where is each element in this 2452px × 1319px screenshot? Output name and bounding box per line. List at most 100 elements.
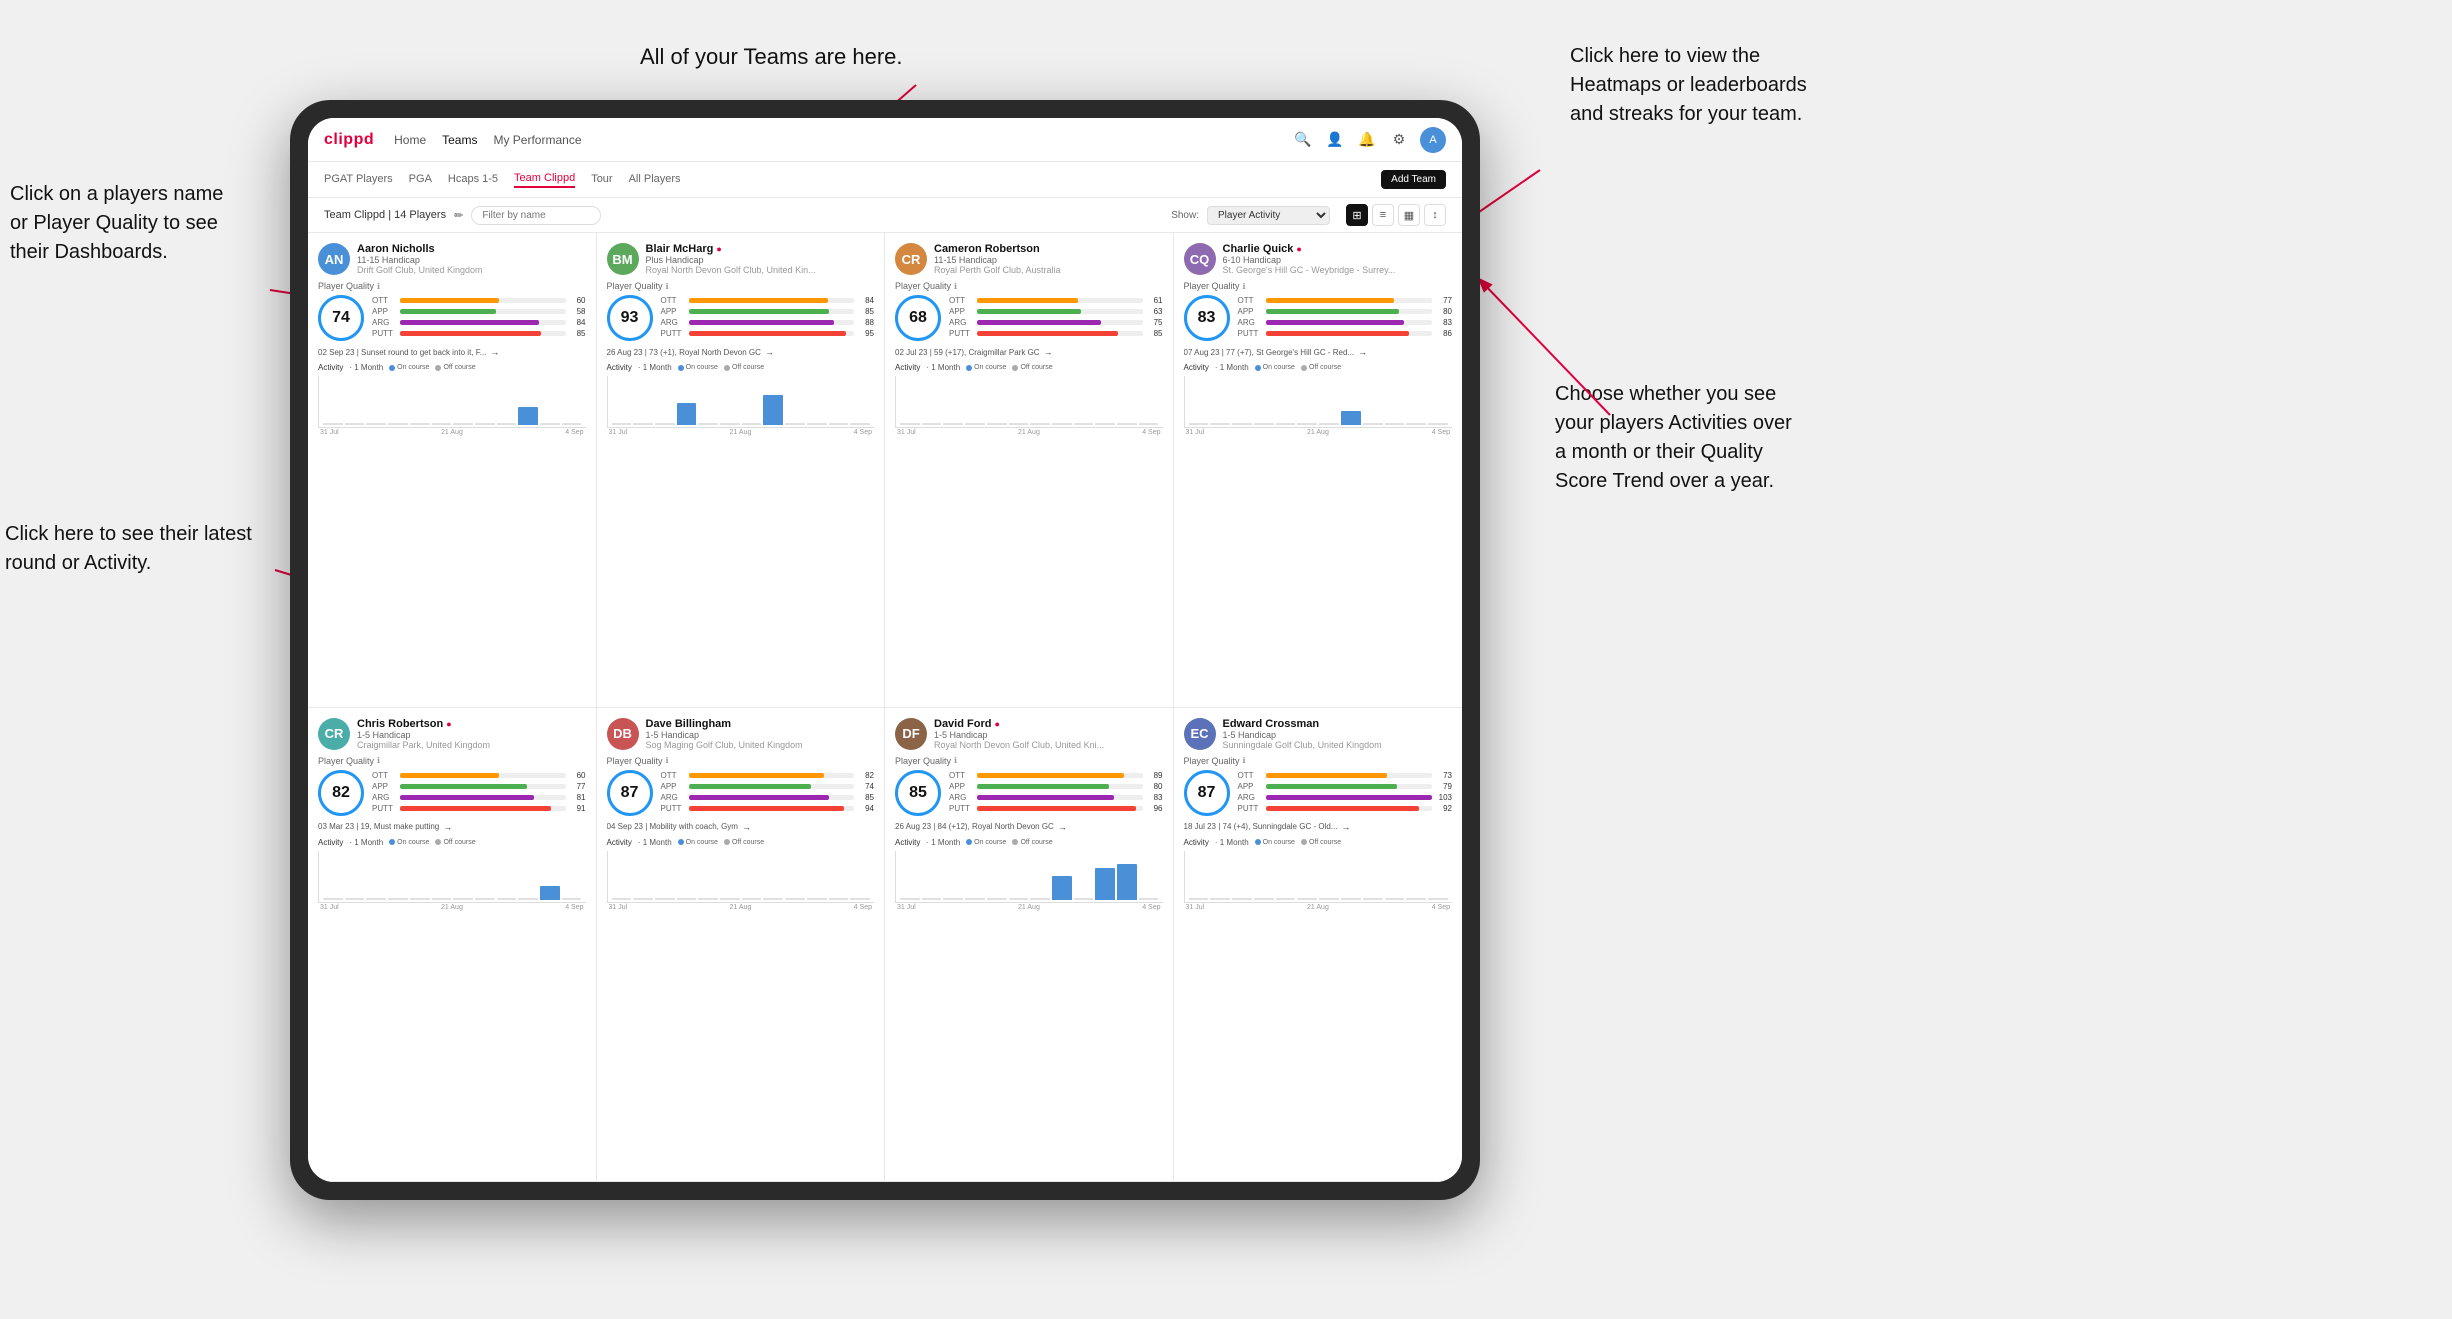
player-card: CR Chris Robertson ● 1-5 Handicap Craigm… bbox=[308, 708, 597, 1183]
latest-round[interactable]: 03 Mar 23 | 19, Must make putting → bbox=[318, 822, 586, 832]
quality-score[interactable]: 83 bbox=[1184, 295, 1230, 341]
annotation-1: Click on a players nameor Player Quality… bbox=[10, 180, 280, 267]
round-arrow[interactable]: → bbox=[742, 822, 751, 832]
info-icon[interactable]: ℹ bbox=[1243, 282, 1246, 291]
player-name[interactable]: Cameron Robertson bbox=[934, 243, 1163, 255]
tab-pgat[interactable]: PGAT Players bbox=[324, 173, 393, 187]
player-card: DB Dave Billingham 1-5 Handicap Sog Magi… bbox=[597, 708, 886, 1183]
latest-round[interactable]: 02 Jul 23 | 59 (+17), Craigmillar Park G… bbox=[895, 347, 1163, 357]
info-icon[interactable]: ℹ bbox=[377, 282, 380, 291]
stat-row: OTT 84 bbox=[661, 296, 875, 305]
player-avatar[interactable]: BM bbox=[607, 243, 639, 275]
round-arrow[interactable]: → bbox=[765, 347, 774, 357]
latest-round[interactable]: 26 Aug 23 | 73 (+1), Royal North Devon G… bbox=[607, 347, 875, 357]
quality-score[interactable]: 93 bbox=[607, 295, 653, 341]
latest-round[interactable]: 07 Aug 23 | 77 (+7), St George's Hill GC… bbox=[1184, 347, 1453, 357]
latest-round[interactable]: 18 Jul 23 | 74 (+4), Sunningdale GC - Ol… bbox=[1184, 822, 1453, 832]
tab-tour[interactable]: Tour bbox=[591, 173, 612, 187]
quality-score[interactable]: 68 bbox=[895, 295, 941, 341]
settings-icon[interactable]: ⚙ bbox=[1388, 129, 1410, 151]
add-team-button[interactable]: Add Team bbox=[1381, 170, 1446, 189]
stat-row: OTT 61 bbox=[949, 296, 1163, 305]
player-name[interactable]: Edward Crossman bbox=[1223, 718, 1453, 730]
list-view-icon[interactable]: ≡ bbox=[1372, 204, 1394, 226]
tab-hcaps[interactable]: Hcaps 1-5 bbox=[448, 173, 498, 187]
quality-label: Player Quality ℹ bbox=[895, 756, 1163, 766]
stat-row: PUTT 85 bbox=[949, 329, 1163, 338]
toolbar: Team Clippd | 14 Players ✏ Show: Player … bbox=[308, 198, 1462, 233]
profile-icon[interactable]: 👤 bbox=[1324, 129, 1346, 151]
player-card: BM Blair McHarg ● Plus Handicap Royal No… bbox=[597, 233, 886, 708]
round-arrow[interactable]: → bbox=[443, 822, 452, 832]
player-avatar[interactable]: DF bbox=[895, 718, 927, 750]
tab-allplayers[interactable]: All Players bbox=[629, 173, 681, 187]
quality-label: Player Quality ℹ bbox=[895, 281, 1163, 291]
navbar: clippd Home Teams My Performance 🔍 👤 🔔 ⚙… bbox=[308, 118, 1462, 162]
round-arrow[interactable]: → bbox=[1058, 822, 1067, 832]
player-handicap: 11-15 Handicap bbox=[357, 255, 586, 265]
player-avatar[interactable]: CR bbox=[318, 718, 350, 750]
latest-round[interactable]: 26 Aug 23 | 84 (+12), Royal North Devon … bbox=[895, 822, 1163, 832]
player-name[interactable]: Aaron Nicholls bbox=[357, 243, 586, 255]
view-icons: ⊞ ≡ ▦ ↕ bbox=[1346, 204, 1446, 226]
info-icon[interactable]: ℹ bbox=[666, 756, 669, 765]
nav-logo[interactable]: clippd bbox=[324, 131, 374, 149]
search-input[interactable] bbox=[471, 206, 601, 225]
player-avatar[interactable]: CQ bbox=[1184, 243, 1216, 275]
tab-pga[interactable]: PGA bbox=[409, 173, 432, 187]
show-select[interactable]: Player Activity Quality Score Trend bbox=[1207, 206, 1330, 225]
round-arrow[interactable]: → bbox=[1358, 347, 1367, 357]
round-arrow[interactable]: → bbox=[490, 347, 499, 357]
quality-score[interactable]: 85 bbox=[895, 770, 941, 816]
info-icon[interactable]: ℹ bbox=[954, 282, 957, 291]
player-avatar[interactable]: DB bbox=[607, 718, 639, 750]
quality-score[interactable]: 82 bbox=[318, 770, 364, 816]
bell-icon[interactable]: 🔔 bbox=[1356, 129, 1378, 151]
info-icon[interactable]: ℹ bbox=[1243, 756, 1246, 765]
quality-score[interactable]: 87 bbox=[607, 770, 653, 816]
nav-item-teams[interactable]: Teams bbox=[442, 133, 477, 147]
player-name[interactable]: David Ford ● bbox=[934, 718, 1163, 730]
stats-bars: OTT 73 APP 79 ARG 103 PUTT bbox=[1238, 771, 1453, 815]
info-icon[interactable]: ℹ bbox=[377, 756, 380, 765]
player-avatar[interactable]: AN bbox=[318, 243, 350, 275]
tabbar: PGAT Players PGA Hcaps 1-5 Team Clippd T… bbox=[308, 162, 1462, 198]
edit-icon[interactable]: ✏ bbox=[454, 209, 463, 222]
stats-bars: OTT 77 APP 80 ARG 83 PUTT 8 bbox=[1238, 296, 1453, 340]
stat-row: PUTT 95 bbox=[661, 329, 875, 338]
player-avatar[interactable]: CR bbox=[895, 243, 927, 275]
player-card: EC Edward Crossman 1-5 Handicap Sunningd… bbox=[1174, 708, 1463, 1183]
activity-section: Activity · 1 Month On course Off course … bbox=[607, 838, 875, 911]
quality-label: Player Quality ℹ bbox=[607, 281, 875, 291]
player-name[interactable]: Dave Billingham bbox=[646, 718, 875, 730]
quality-score[interactable]: 74 bbox=[318, 295, 364, 341]
player-handicap: 11-15 Handicap bbox=[934, 255, 1163, 265]
player-club: Drift Golf Club, United Kingdom bbox=[357, 265, 586, 275]
player-name[interactable]: Charlie Quick ● bbox=[1223, 243, 1453, 255]
grid-view-icon[interactable]: ⊞ bbox=[1346, 204, 1368, 226]
round-arrow[interactable]: → bbox=[1341, 822, 1350, 832]
stats-bars: OTT 60 APP 77 ARG 81 PUTT 9 bbox=[372, 771, 586, 815]
tab-teamclippd[interactable]: Team Clippd bbox=[514, 172, 575, 188]
player-club: St. George's Hill GC - Weybridge - Surre… bbox=[1223, 265, 1453, 275]
nav-item-home[interactable]: Home bbox=[394, 133, 426, 147]
round-arrow[interactable]: → bbox=[1044, 347, 1053, 357]
avatar-icon[interactable]: A bbox=[1420, 127, 1446, 153]
stat-row: APP 77 bbox=[372, 782, 586, 791]
latest-round[interactable]: 02 Sep 23 | Sunset round to get back int… bbox=[318, 347, 586, 357]
player-name[interactable]: Blair McHarg ● bbox=[646, 243, 875, 255]
quality-score[interactable]: 87 bbox=[1184, 770, 1230, 816]
stat-row: OTT 82 bbox=[661, 771, 875, 780]
search-icon[interactable]: 🔍 bbox=[1292, 129, 1314, 151]
info-icon[interactable]: ℹ bbox=[954, 756, 957, 765]
player-avatar[interactable]: EC bbox=[1184, 718, 1216, 750]
info-icon[interactable]: ℹ bbox=[666, 282, 669, 291]
heatmap-icon[interactable]: ▦ bbox=[1398, 204, 1420, 226]
player-info: Aaron Nicholls 11-15 Handicap Drift Golf… bbox=[357, 243, 586, 275]
team-label: Team Clippd | 14 Players bbox=[324, 209, 446, 221]
sort-icon[interactable]: ↕ bbox=[1424, 204, 1446, 226]
chart-area bbox=[895, 851, 1163, 903]
player-name[interactable]: Chris Robertson ● bbox=[357, 718, 586, 730]
nav-item-myperformance[interactable]: My Performance bbox=[493, 133, 581, 147]
latest-round[interactable]: 04 Sep 23 | Mobility with coach, Gym → bbox=[607, 822, 875, 832]
